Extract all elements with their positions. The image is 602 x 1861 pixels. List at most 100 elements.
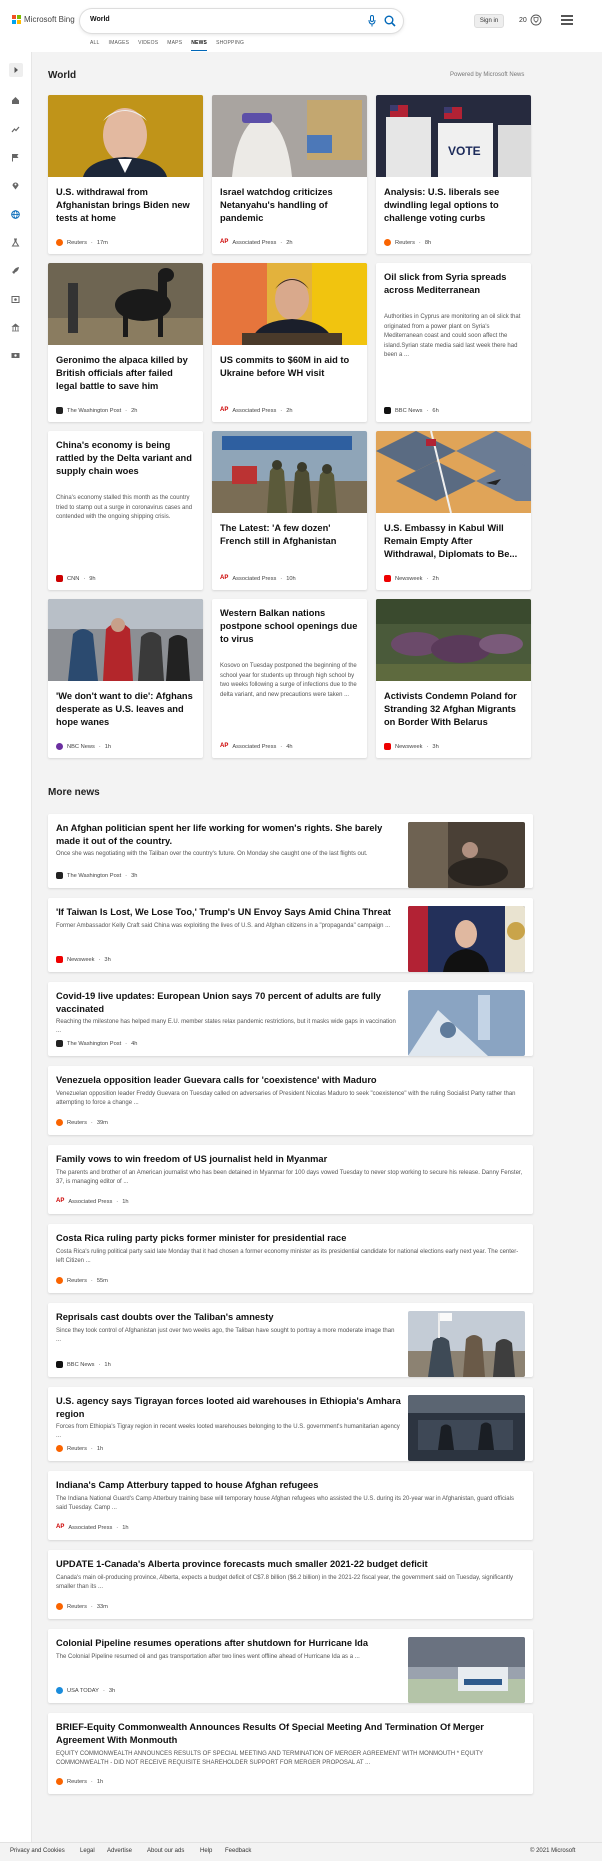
news-source[interactable]: Newsweek · 3h	[56, 956, 111, 963]
footer-link-about-ads[interactable]: About our ads	[147, 1848, 184, 1854]
flag-icon[interactable]	[11, 153, 20, 162]
news-item[interactable]: Indiana's Camp Atterbury tapped to house…	[48, 1471, 533, 1540]
news-title[interactable]: Western Balkan nations postpone school o…	[220, 607, 360, 646]
news-title[interactable]: Indiana's Camp Atterbury tapped to house…	[56, 1479, 525, 1492]
expand-icon[interactable]	[9, 63, 23, 77]
entertainment-icon[interactable]	[11, 295, 20, 304]
microphone-icon[interactable]	[368, 15, 376, 27]
news-source[interactable]: USA TODAY · 3h	[56, 1687, 115, 1694]
news-source[interactable]: The Washington Post · 4h	[56, 1040, 137, 1047]
news-title[interactable]: 'We don't want to die': Afghans desperat…	[56, 690, 196, 729]
news-source[interactable]: Reuters · 17m	[56, 239, 108, 246]
news-card[interactable]: U.S. Embassy in Kabul Will Remain Empty …	[376, 431, 531, 590]
tab-videos[interactable]: VIDEOS	[138, 40, 167, 49]
news-item[interactable]: BRIEF-Equity Commonwealth Announces Resu…	[48, 1713, 533, 1794]
tab-maps[interactable]: MAPS	[167, 40, 191, 49]
news-source[interactable]: Reuters · 39m	[56, 1119, 108, 1126]
news-source[interactable]: The Washington Post · 3h	[56, 872, 137, 879]
news-card[interactable]: Geronimo the alpaca killed by British of…	[48, 263, 203, 422]
tab-all[interactable]: ALL	[90, 40, 109, 49]
news-source[interactable]: The Washington Post · 2h	[56, 407, 137, 414]
news-title[interactable]: Israel watchdog criticizes Netanyahu's h…	[220, 186, 360, 225]
tab-shopping[interactable]: SHOPPING	[216, 40, 253, 49]
news-source[interactable]: Reuters · 1h	[56, 1445, 103, 1452]
news-source[interactable]: BBC News · 6h	[384, 407, 439, 414]
news-title[interactable]: Colonial Pipeline resumes operations aft…	[56, 1637, 401, 1650]
news-item[interactable]: An Afghan politician spent her life work…	[48, 814, 533, 888]
news-title[interactable]: Activists Condemn Poland for Stranding 3…	[384, 690, 524, 729]
news-item[interactable]: Colonial Pipeline resumes operations aft…	[48, 1629, 533, 1703]
news-card[interactable]: U.S. withdrawal from Afghanistan brings …	[48, 95, 203, 254]
news-source[interactable]: Reuters · 8h	[384, 239, 431, 246]
news-source[interactable]: AP Associated Press · 1h	[56, 1198, 129, 1205]
news-title[interactable]: BRIEF-Equity Commonwealth Announces Resu…	[56, 1721, 525, 1747]
news-title[interactable]: Venezuela opposition leader Guevara call…	[56, 1074, 525, 1087]
news-title[interactable]: Analysis: U.S. liberals see dwindling le…	[384, 186, 524, 225]
news-source[interactable]: Reuters · 1h	[56, 1778, 103, 1785]
news-item[interactable]: Venezuela opposition leader Guevara call…	[48, 1066, 533, 1135]
rocket-icon[interactable]	[11, 266, 20, 275]
news-card[interactable]: China's economy is being rattled by the …	[48, 431, 203, 590]
powered-by[interactable]: Powered by Microsoft News	[450, 72, 524, 78]
news-card[interactable]: Oil slick from Syria spreads across Medi…	[376, 263, 531, 422]
location-icon[interactable]	[11, 181, 20, 190]
footer-link-feedback[interactable]: Feedback	[225, 1848, 251, 1854]
news-source[interactable]: Reuters · 33m	[56, 1603, 108, 1610]
news-title[interactable]: U.S. agency says Tigrayan forces looted …	[56, 1395, 401, 1421]
footer-link-legal[interactable]: Legal	[80, 1848, 95, 1854]
news-card[interactable]: The Latest: 'A few dozen' French still i…	[212, 431, 367, 590]
news-item[interactable]: UPDATE 1-Canada's Alberta province forec…	[48, 1550, 533, 1619]
news-title[interactable]: Costa Rica ruling party picks former min…	[56, 1232, 525, 1245]
news-source[interactable]: AP Associated Press · 2h	[220, 407, 293, 414]
news-source[interactable]: Reuters · 55m	[56, 1277, 108, 1284]
news-item[interactable]: Family vows to win freedom of US journal…	[48, 1145, 533, 1214]
news-source[interactable]: Newsweek · 2h	[384, 575, 439, 582]
home-icon[interactable]	[11, 96, 20, 105]
news-item[interactable]: 'If Taiwan Is Lost, We Lose Too,' Trump'…	[48, 898, 533, 972]
news-source[interactable]: AP Associated Press · 2h	[220, 239, 293, 246]
news-source[interactable]: CNN · 9h	[56, 575, 96, 582]
news-card[interactable]: VOTE Analysis: U.S. liberals see dwindli…	[376, 95, 531, 254]
science-icon[interactable]	[11, 238, 20, 247]
news-title[interactable]: U.S. Embassy in Kabul Will Remain Empty …	[384, 522, 524, 561]
footer-link-privacy[interactable]: Privacy and Cookies	[10, 1848, 65, 1854]
search-query[interactable]: World	[90, 16, 110, 23]
news-card[interactable]: 'We don't want to die': Afghans desperat…	[48, 599, 203, 758]
news-title[interactable]: US commits to $60M in aid to Ukraine bef…	[220, 354, 360, 380]
news-card[interactable]: Activists Condemn Poland for Stranding 3…	[376, 599, 531, 758]
news-title[interactable]: Family vows to win freedom of US journal…	[56, 1153, 525, 1166]
news-item[interactable]: Reprisals cast doubts over the Taliban's…	[48, 1303, 533, 1377]
news-source[interactable]: NBC News · 1h	[56, 743, 111, 750]
news-source[interactable]: AP Associated Press · 1h	[56, 1524, 129, 1531]
news-title[interactable]: Covid-19 live updates: European Union sa…	[56, 990, 401, 1016]
trending-icon[interactable]	[11, 125, 20, 134]
news-title[interactable]: An Afghan politician spent her life work…	[56, 822, 401, 848]
news-title[interactable]: China's economy is being rattled by the …	[56, 439, 196, 478]
news-source[interactable]: BBC News · 1h	[56, 1361, 111, 1368]
news-title[interactable]: UPDATE 1-Canada's Alberta province forec…	[56, 1558, 525, 1571]
news-title[interactable]: Reprisals cast doubts over the Taliban's…	[56, 1311, 401, 1324]
sign-in-button[interactable]: Sign in	[474, 14, 504, 28]
footer-link-help[interactable]: Help	[200, 1848, 212, 1854]
bing-logo[interactable]: Microsoft Bing	[12, 15, 75, 24]
rewards-badge[interactable]: 20	[519, 14, 542, 26]
news-title[interactable]: The Latest: 'A few dozen' French still i…	[220, 522, 360, 548]
news-title[interactable]: Oil slick from Syria spreads across Medi…	[384, 271, 524, 297]
footer-link-advertise[interactable]: Advertise	[107, 1848, 132, 1854]
news-source[interactable]: AP Associated Press · 4h	[220, 743, 293, 750]
globe-icon[interactable]	[11, 210, 20, 219]
news-title[interactable]: Geronimo the alpaca killed by British of…	[56, 354, 196, 393]
news-item[interactable]: Covid-19 live updates: European Union sa…	[48, 982, 533, 1056]
news-source[interactable]: AP Associated Press · 10h	[220, 575, 296, 582]
menu-icon[interactable]	[561, 15, 573, 25]
news-card[interactable]: US commits to $60M in aid to Ukraine bef…	[212, 263, 367, 422]
news-item[interactable]: Costa Rica ruling party picks former min…	[48, 1224, 533, 1293]
search-icon[interactable]	[384, 15, 396, 27]
news-title[interactable]: 'If Taiwan Is Lost, We Lose Too,' Trump'…	[56, 906, 401, 919]
search-input[interactable]: World	[80, 9, 403, 33]
news-card[interactable]: Israel watchdog criticizes Netanyahu's h…	[212, 95, 367, 254]
money-icon[interactable]	[11, 351, 20, 360]
tab-images[interactable]: IMAGES	[109, 40, 139, 49]
tab-news[interactable]: NEWS	[191, 40, 216, 51]
business-icon[interactable]	[11, 323, 20, 332]
